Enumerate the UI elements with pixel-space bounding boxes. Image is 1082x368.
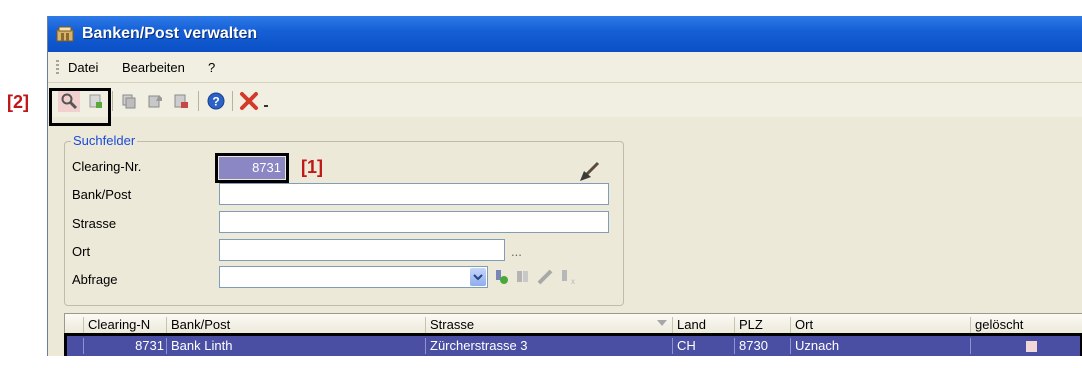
abfrage-label: Abfrage <box>72 272 118 287</box>
toolbar-separator <box>112 91 113 111</box>
query-add-icon[interactable] <box>492 268 510 286</box>
col-header-ort[interactable]: Ort <box>790 317 813 333</box>
col-header-geloescht[interactable]: gelöscht <box>970 317 1023 333</box>
menu-bearbeiten[interactable]: Bearbeiten <box>122 60 185 75</box>
col-header-bank[interactable]: Bank/Post <box>166 317 230 333</box>
bank-field[interactable] <box>219 183 609 205</box>
bank-label: Bank/Post <box>72 187 132 202</box>
strasse-label: Strasse <box>72 216 117 231</box>
toolbar-overflow-icon[interactable] <box>264 105 268 107</box>
ort-ellipsis-button[interactable]: ... <box>511 244 522 259</box>
query-delete-icon[interactable]: x <box>558 268 576 286</box>
callout-frame-2 <box>49 88 111 126</box>
close-icon <box>240 92 258 110</box>
help-icon: ? <box>207 92 225 110</box>
abfrage-select[interactable] <box>219 266 488 288</box>
main-window: Banken/Post verwalten Datei Bearbeiten ? <box>47 16 1082 356</box>
edit-icon <box>148 95 162 108</box>
broom-icon[interactable] <box>577 161 601 183</box>
ort-label: Ort <box>72 244 91 259</box>
annotation-label-2: [2] <box>7 92 29 112</box>
window-title: Banken/Post verwalten <box>82 25 258 42</box>
query-copy-icon[interactable] <box>514 268 532 286</box>
ort-field[interactable] <box>219 239 505 261</box>
copy-button[interactable] <box>118 90 140 112</box>
edit-button[interactable] <box>144 90 166 112</box>
help-button[interactable]: ? <box>205 90 227 112</box>
annotation-label-1: [1] <box>301 157 323 177</box>
col-header-plz[interactable]: PLZ <box>734 317 763 333</box>
strasse-field[interactable] <box>219 211 609 233</box>
callout-frame-row <box>64 333 1082 356</box>
col-header-clearing[interactable]: Clearing-N <box>83 317 150 333</box>
toolbar-separator <box>198 91 199 111</box>
bank-app-icon <box>56 26 74 42</box>
menu-grip <box>56 60 59 76</box>
search-legend: Suchfelder <box>71 133 138 148</box>
svg-text:x: x <box>571 277 575 286</box>
delete-icon <box>174 94 188 108</box>
toolbar: ? <box>48 83 1082 117</box>
toolbar-separator <box>232 91 233 111</box>
col-header-land[interactable]: Land <box>672 317 706 333</box>
chevron-down-icon <box>473 274 483 281</box>
callout-frame-1 <box>215 153 289 183</box>
copy-icon <box>122 94 136 109</box>
menu-help[interactable]: ? <box>208 60 215 75</box>
abfrage-dropdown-button[interactable] <box>470 268 486 286</box>
query-edit-icon[interactable] <box>536 268 554 286</box>
col-header-strasse[interactable]: Strasse <box>425 317 474 333</box>
title-bar[interactable]: Banken/Post verwalten <box>48 16 1082 52</box>
delete-button[interactable] <box>170 90 192 112</box>
sort-desc-icon <box>657 320 667 326</box>
menu-bar: Datei Bearbeiten ? <box>48 52 1082 83</box>
menu-datei[interactable]: Datei <box>68 60 98 75</box>
clearing-label: Clearing-Nr. <box>72 159 142 174</box>
close-button[interactable] <box>238 90 260 112</box>
svg-text:?: ? <box>212 95 219 109</box>
